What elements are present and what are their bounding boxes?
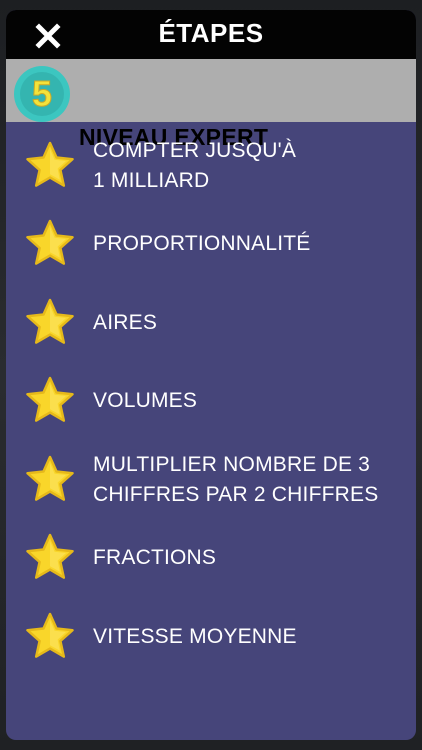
step-item[interactable]: MULTIPLIER NOMBRE DE 3 CHIFFRES PAR 2 CH… xyxy=(6,444,416,514)
close-icon xyxy=(35,23,61,49)
level-badge: 5 xyxy=(14,66,70,122)
step-item[interactable]: AIRES xyxy=(6,287,416,357)
star-icon xyxy=(24,218,76,270)
star-icon xyxy=(24,375,76,427)
step-label: PROPORTIONNALITÉ xyxy=(93,232,311,255)
step-label: MULTIPLIER NOMBRE DE 3 CHIFFRES PAR 2 CH… xyxy=(93,453,379,506)
step-label: COMPTER JUSQU'À 1 MILLIARD xyxy=(93,139,297,192)
star-icon xyxy=(24,454,76,506)
page-title: ÉTAPES xyxy=(158,18,264,48)
star-icon xyxy=(24,140,76,192)
step-item[interactable]: VITESSE MOYENNE xyxy=(6,601,416,671)
step-item[interactable]: VOLUMES xyxy=(6,365,416,435)
step-item[interactable]: COMPTER JUSQU'À 1 MILLIARD xyxy=(6,130,416,200)
header-bar: ÉTAPES xyxy=(6,10,416,59)
step-label: FRACTIONS xyxy=(93,546,217,569)
step-item[interactable]: PROPORTIONNALITÉ xyxy=(6,208,416,278)
close-button[interactable] xyxy=(32,20,64,52)
step-label: VITESSE MOYENNE xyxy=(93,625,297,648)
star-icon xyxy=(24,532,76,584)
step-item[interactable]: FRACTIONS xyxy=(6,522,416,592)
steps-panel: ÉTAPES NIVEAU EXPERT 5 COMPTER JUSQU'À 1… xyxy=(6,10,416,740)
star-icon xyxy=(24,611,76,663)
step-label: VOLUMES xyxy=(93,389,198,412)
star-icon xyxy=(24,297,76,349)
step-label: AIRES xyxy=(93,311,158,334)
level-number: 5 xyxy=(32,73,52,114)
